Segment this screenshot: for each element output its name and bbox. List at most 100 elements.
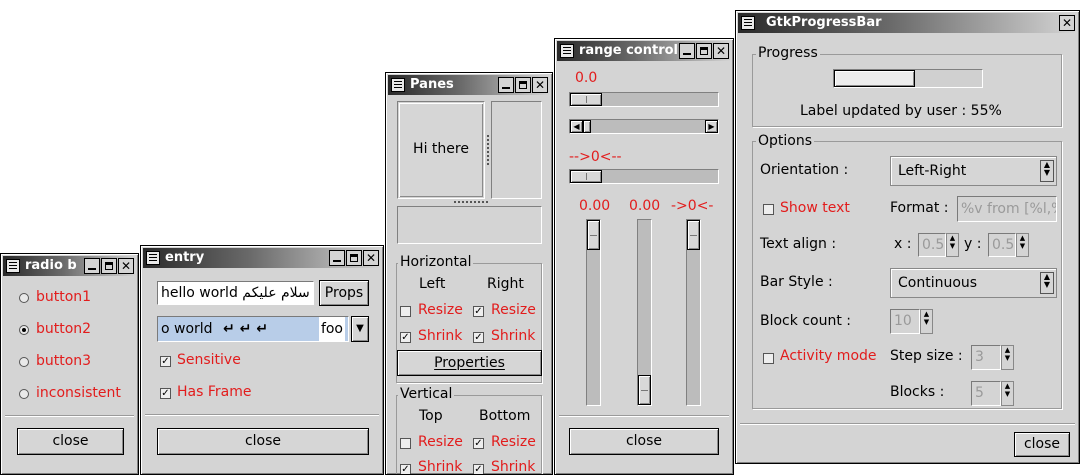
vscale-3[interactable] — [686, 219, 701, 406]
return-glyphs: ↵ ↵ ↵ — [223, 321, 268, 337]
hscrollbar-thumb[interactable] — [583, 120, 591, 133]
step-size-input[interactable]: 3 — [971, 345, 1001, 370]
x-align-input[interactable]: 0.5 — [918, 233, 946, 257]
sensitive-checkbox[interactable] — [160, 356, 171, 367]
h-left-resize-label[interactable]: Resize — [418, 302, 463, 318]
close-button[interactable]: close — [569, 428, 719, 455]
y-align-spinner[interactable]: ▲ ▼ — [1016, 233, 1029, 257]
format-input[interactable]: %v from [%l,% — [957, 196, 1057, 222]
h-right-shrink-label[interactable]: Shrink — [491, 328, 535, 344]
radio-button3-label[interactable]: button3 — [36, 353, 91, 369]
window-menu-icon[interactable] — [146, 251, 160, 265]
minimize-icon[interactable] — [329, 250, 345, 266]
maximize-icon[interactable] — [346, 250, 362, 266]
sensitive-label[interactable]: Sensitive — [177, 352, 241, 368]
combo-dropdown-button[interactable]: ▼ — [351, 316, 369, 342]
close-button[interactable]: close — [1014, 432, 1070, 457]
close-window-icon[interactable] — [363, 250, 379, 266]
hscale-1-slider[interactable] — [570, 93, 602, 106]
radio-inconsistent-label[interactable]: inconsistent — [36, 385, 121, 401]
v-top-shrink-checkbox[interactable] — [400, 464, 411, 474]
hscale-value-1: 0.0 — [575, 70, 598, 86]
h-right-shrink-checkbox[interactable] — [473, 332, 484, 343]
radio-button3[interactable] — [19, 357, 29, 367]
close-window-icon[interactable] — [532, 77, 548, 93]
props-button[interactable]: Props — [319, 280, 369, 306]
maximize-icon[interactable] — [696, 43, 712, 59]
v-top-shrink-label[interactable]: Shrink — [418, 459, 462, 474]
text-entry[interactable]: hello world سلام عليكم — [157, 281, 314, 305]
title-bar[interactable]: entry — [143, 248, 381, 268]
blocks-spinner[interactable]: ▲ ▼ — [1001, 381, 1014, 406]
block-count-spinner[interactable]: ▲ ▼ — [920, 309, 933, 334]
window-menu-icon[interactable] — [6, 259, 20, 273]
v-bottom-shrink-label[interactable]: Shrink — [491, 459, 535, 474]
vscrollbar-thumb[interactable] — [638, 375, 651, 405]
title-bar[interactable]: radio b — [3, 256, 136, 276]
close-button[interactable]: close — [157, 428, 369, 455]
h-right-resize-checkbox[interactable] — [473, 306, 484, 317]
window-menu-icon[interactable] — [560, 44, 574, 58]
close-window-icon[interactable] — [1059, 15, 1075, 31]
pane-horizontal-handle[interactable] — [454, 201, 488, 205]
block-count-input[interactable]: 10 — [890, 309, 920, 334]
close-window-icon[interactable] — [118, 258, 134, 274]
vertical-top-label: Top — [419, 408, 443, 424]
y-align-input[interactable]: 0.5 — [988, 233, 1016, 257]
activity-mode-label[interactable]: Activity mode — [780, 348, 877, 364]
options-frame-label: Options — [756, 133, 815, 149]
hscrollbar[interactable]: ◀ ▶ — [569, 119, 719, 134]
scroll-right-arrow[interactable]: ▶ — [705, 120, 718, 133]
title-bar[interactable]: Panes — [388, 75, 550, 95]
maximize-icon[interactable] — [515, 77, 531, 93]
vscale-3-slider[interactable] — [687, 220, 700, 250]
minimize-icon[interactable] — [84, 258, 100, 274]
properties-button[interactable]: Properties — [397, 350, 542, 376]
radio-button2[interactable] — [19, 325, 29, 335]
step-size-spinner[interactable]: ▲ ▼ — [1001, 345, 1014, 370]
v-top-resize-label[interactable]: Resize — [418, 434, 463, 450]
x-align-spinner[interactable]: ▲ ▼ — [946, 233, 959, 257]
hscale-2-slider[interactable] — [570, 170, 602, 183]
title-bar[interactable]: range control — [557, 41, 731, 61]
maximize-icon[interactable] — [101, 258, 117, 274]
close-button[interactable]: close — [17, 428, 124, 455]
h-left-shrink-label[interactable]: Shrink — [418, 328, 462, 344]
show-text-checkbox[interactable] — [763, 204, 774, 215]
radio-button1[interactable] — [19, 293, 29, 303]
radio-button2-label[interactable]: button2 — [36, 321, 91, 337]
hscale-2[interactable] — [569, 169, 719, 184]
window-menu-icon[interactable] — [391, 78, 405, 92]
vscale-1[interactable] — [586, 219, 601, 406]
title-bar[interactable]: GtkProgressBar — [738, 13, 1077, 33]
has-frame-label[interactable]: Has Frame — [177, 384, 251, 400]
minimize-icon[interactable] — [679, 43, 695, 59]
window-menu-icon[interactable] — [741, 16, 755, 30]
vscale-1-slider[interactable] — [587, 220, 600, 250]
progress-frame-label: Progress — [756, 45, 820, 61]
orientation-select[interactable]: Left-Right ▲ ▼ — [890, 156, 1057, 186]
chevron-down-icon: ▼ — [356, 323, 364, 334]
show-text-label[interactable]: Show text — [780, 200, 850, 216]
close-window-icon[interactable] — [713, 43, 729, 59]
has-frame-checkbox[interactable] — [160, 388, 171, 399]
h-right-resize-label[interactable]: Resize — [491, 302, 536, 318]
vscrollbar[interactable] — [637, 219, 652, 406]
minimize-icon[interactable] — [498, 77, 514, 93]
v-bottom-shrink-checkbox[interactable] — [473, 464, 484, 474]
scroll-left-arrow[interactable]: ◀ — [570, 120, 583, 133]
h-left-shrink-checkbox[interactable] — [400, 332, 411, 343]
separator — [740, 423, 1075, 425]
v-top-resize-checkbox[interactable] — [400, 438, 411, 449]
blocks-input[interactable]: 5 — [971, 381, 1001, 406]
v-bottom-resize-label[interactable]: Resize — [491, 434, 536, 450]
radio-button1-label[interactable]: button1 — [36, 289, 91, 305]
bar-style-select[interactable]: Continuous ▲ ▼ — [890, 268, 1057, 298]
radio-inconsistent[interactable] — [19, 389, 29, 399]
combo-entry[interactable]: o world ↵ ↵ ↵ foo — [157, 316, 349, 342]
h-left-resize-checkbox[interactable] — [400, 306, 411, 317]
activity-mode-checkbox[interactable] — [763, 353, 774, 364]
hi-there-button[interactable]: Hi there — [399, 103, 483, 197]
v-bottom-resize-checkbox[interactable] — [473, 438, 484, 449]
hscale-1[interactable] — [569, 92, 719, 107]
